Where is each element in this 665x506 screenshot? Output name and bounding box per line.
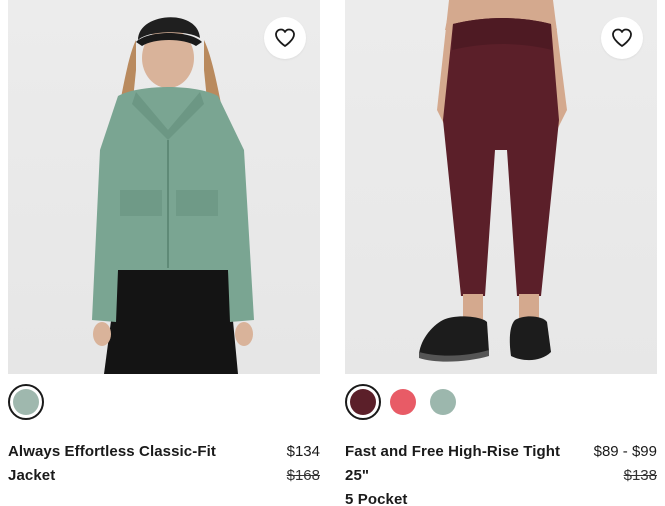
heart-outline-icon: [275, 28, 295, 47]
swatch-color-dot: [13, 389, 39, 415]
color-swatch[interactable]: [8, 384, 44, 420]
swatch-color-dot: [350, 389, 376, 415]
color-swatch[interactable]: [345, 384, 381, 420]
color-swatch[interactable]: [385, 384, 421, 420]
product-price: $134 $168: [287, 440, 320, 488]
product-name-text: Fast and Free High-Rise Tight 25": [345, 443, 561, 484]
jacket-model-photo: [92, 17, 254, 374]
product-subtitle: 5 Pocket: [345, 491, 408, 506]
product-image[interactable]: [345, 0, 657, 374]
color-swatch[interactable]: [425, 384, 461, 420]
current-price: $89 - $99: [593, 443, 657, 460]
favorite-button[interactable]: [601, 17, 643, 59]
original-price: $138: [623, 467, 657, 484]
product-image[interactable]: [8, 0, 320, 374]
original-price: $168: [286, 467, 320, 484]
current-price: $134: [286, 443, 320, 460]
product-card[interactable]: Always Effortless Classic-Fit Jacket $13…: [8, 0, 320, 484]
product-card[interactable]: Fast and Free High-Rise Tight 25" 5 Pock…: [345, 0, 657, 506]
favorite-button[interactable]: [264, 17, 306, 59]
heart-outline-icon: [612, 28, 632, 47]
color-swatches: [345, 384, 461, 420]
leggings-model-photo: [419, 0, 567, 362]
product-name[interactable]: Fast and Free High-Rise Tight 25" 5 Pock…: [345, 440, 575, 506]
product-price: $89 - $99 $138: [594, 440, 657, 488]
swatch-color-dot: [430, 389, 456, 415]
swatch-color-dot: [390, 389, 416, 415]
color-swatches: [8, 384, 44, 420]
product-name[interactable]: Always Effortless Classic-Fit Jacket: [8, 440, 238, 488]
